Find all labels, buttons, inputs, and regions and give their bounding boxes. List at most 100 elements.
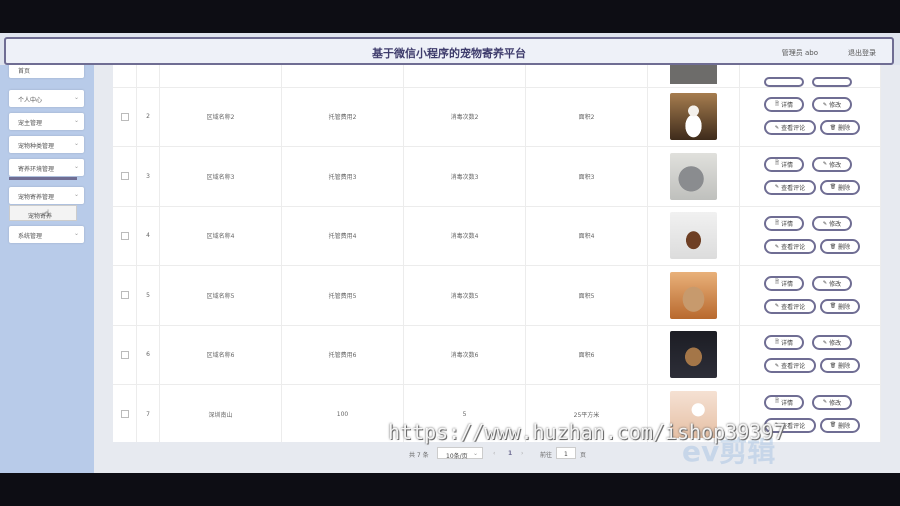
submenu-item-boarding[interactable]: 宠物寄养 bbox=[9, 205, 77, 221]
edit-button[interactable]: ✎ 修改 bbox=[812, 275, 852, 291]
button-label: 修改 bbox=[829, 221, 842, 228]
page-title: 基于微信小程序的宠物寄养平台 bbox=[372, 47, 526, 60]
table-row: 5 区域名称5 托管费用5 消毒次数5 面积5 🗎 详情 ✎ 修改 ✎ 查看评论 🗑 删除 bbox=[113, 265, 881, 326]
edit-button[interactable]: ✎ 修改 bbox=[812, 156, 852, 172]
cell-no: 7 bbox=[137, 384, 160, 442]
cell-name: 区域名称6 bbox=[160, 325, 282, 384]
pencil-icon: ✎ bbox=[822, 161, 828, 167]
sidebar-item-owners[interactable]: 宠主管理 ⌄ bbox=[9, 113, 84, 130]
table-row: 4 区域名称4 托管费用4 消毒次数4 面积4 🗎 详情 ✎ 修改 ✎ 查看评论 🗑 删除 bbox=[113, 206, 881, 266]
puppy-photo bbox=[670, 331, 717, 378]
goto-page-input[interactable]: 1 bbox=[556, 447, 576, 459]
pencil-icon: ✎ bbox=[822, 399, 828, 405]
pencil-icon: ✎ bbox=[774, 243, 780, 250]
cell-disinfect: 消毒次数4 bbox=[404, 206, 526, 265]
row-checkbox[interactable] bbox=[120, 350, 129, 359]
sidebar-item-label: 宠主管理 bbox=[18, 120, 43, 127]
view-reviews-button[interactable]: ✎ 查看评论 bbox=[764, 239, 816, 254]
trash-icon: 🗑 bbox=[829, 243, 837, 250]
view-reviews-button[interactable]: ✎ 查看评论 bbox=[764, 120, 816, 135]
pet-photo bbox=[670, 65, 717, 84]
chevron-down-icon: ⌄ bbox=[73, 94, 79, 101]
chevron-down-icon: ⌄ bbox=[73, 191, 79, 198]
cell-no: 5 bbox=[137, 265, 160, 325]
row-checkbox[interactable] bbox=[120, 112, 129, 121]
button-label: 详情 bbox=[781, 161, 794, 169]
detail-button[interactable] bbox=[764, 77, 804, 87]
button-label: 修改 bbox=[829, 399, 842, 407]
edit-button[interactable]: ✎ 修改 bbox=[812, 97, 852, 112]
logout-link[interactable]: 退出登录 bbox=[848, 48, 876, 58]
app-screen: 首页 个人中心 ⌄ 宠主管理 ⌄ 宠物种类管理 ⌄ 寄养环境管理 ⌄ 宠物寄养管理 ⌄ 宠… bbox=[0, 33, 900, 473]
cell-area: 面积3 bbox=[526, 146, 648, 206]
delete-button[interactable]: 🗑 删除 bbox=[820, 298, 860, 314]
prev-page-button[interactable]: ‹ bbox=[490, 447, 502, 459]
cell-no: 2 bbox=[137, 87, 160, 146]
select-cell bbox=[113, 265, 137, 325]
detail-button[interactable]: 🗎 详情 bbox=[764, 216, 804, 231]
cell-disinfect: 消毒次数5 bbox=[404, 265, 526, 325]
sidebar-item-system[interactable]: 系统管理 ⌄ bbox=[9, 226, 84, 243]
current-user: 管理员 abo bbox=[781, 49, 818, 57]
row-checkbox[interactable] bbox=[120, 231, 129, 240]
pencil-icon: ✎ bbox=[822, 220, 828, 227]
active-indicator bbox=[9, 177, 77, 180]
cell-no: 4 bbox=[137, 206, 160, 265]
photo-cell bbox=[648, 87, 740, 146]
view-reviews-button[interactable]: ✎ 查看评论 bbox=[764, 358, 816, 373]
photo-cell bbox=[648, 325, 740, 384]
edit-button[interactable] bbox=[812, 77, 852, 87]
dog-photo bbox=[670, 212, 717, 259]
edit-button[interactable]: ✎ 修改 bbox=[812, 394, 852, 410]
chevron-down-icon: ⌄ bbox=[73, 230, 79, 237]
photo-cell bbox=[648, 265, 740, 325]
row-checkbox[interactable] bbox=[120, 410, 129, 418]
sidebar-item-pet-types[interactable]: 宠物种类管理 ⌄ bbox=[9, 136, 84, 153]
page-unit-label: 页 bbox=[580, 452, 587, 459]
page-number-current[interactable]: 1 bbox=[503, 447, 517, 459]
pencil-icon: ✎ bbox=[822, 101, 828, 108]
pencil-icon: ✎ bbox=[774, 184, 780, 190]
button-label: 修改 bbox=[829, 280, 842, 288]
detail-button[interactable]: 🗎 详情 bbox=[764, 97, 804, 112]
row-checkbox[interactable] bbox=[120, 291, 129, 299]
trash-icon: 🗑 bbox=[829, 184, 837, 190]
next-page-button[interactable]: › bbox=[518, 447, 530, 459]
pencil-icon: ✎ bbox=[774, 362, 780, 369]
cell-fee: 托管费用2 bbox=[282, 87, 404, 146]
button-label: 删除 bbox=[838, 422, 851, 430]
select-cell bbox=[113, 87, 137, 146]
button-label: 修改 bbox=[829, 161, 842, 169]
sidebar-item-environment[interactable]: 寄养环境管理 ⌄ bbox=[9, 159, 84, 176]
delete-button[interactable]: 🗑 删除 bbox=[820, 417, 860, 433]
detail-button[interactable]: 🗎 详情 bbox=[764, 335, 804, 350]
chevron-down-icon: ⌄ bbox=[472, 450, 478, 457]
button-label: 详情 bbox=[781, 340, 794, 347]
sidebar-item-profile[interactable]: 个人中心 ⌄ bbox=[9, 90, 84, 107]
cell-no: 3 bbox=[137, 146, 160, 206]
row-checkbox[interactable] bbox=[120, 172, 129, 180]
cell-area: 面积6 bbox=[526, 325, 648, 384]
delete-button[interactable]: 🗑 删除 bbox=[820, 239, 860, 254]
detail-button[interactable]: 🗎 详情 bbox=[764, 275, 804, 291]
delete-button[interactable]: 🗑 删除 bbox=[820, 179, 860, 195]
edit-button[interactable]: ✎ 修改 bbox=[812, 216, 852, 231]
detail-button[interactable]: 🗎 详情 bbox=[764, 156, 804, 172]
view-reviews-button[interactable]: ✎ 查看评论 bbox=[764, 298, 816, 314]
button-label: 删除 bbox=[838, 244, 851, 251]
delete-button[interactable]: 🗑 删除 bbox=[820, 358, 860, 373]
trash-icon: 🗑 bbox=[829, 422, 837, 428]
select-cell bbox=[113, 325, 137, 384]
edit-button[interactable]: ✎ 修改 bbox=[812, 335, 852, 350]
main-content: 2 区域名称2 托管费用2 消毒次数2 面积2 🗎 详情 ✎ 修改 ✎ 查看评论 🗑 删除 3 区域名称3 托… bbox=[94, 65, 900, 473]
pug-photo bbox=[670, 271, 717, 319]
pencil-icon: ✎ bbox=[774, 303, 780, 309]
document-icon: 🗎 bbox=[774, 219, 779, 226]
delete-button[interactable]: 🗑 删除 bbox=[820, 120, 860, 135]
page-size-select[interactable]: 10条/页 ⌄ bbox=[437, 447, 483, 460]
view-reviews-button[interactable]: ✎ 查看评论 bbox=[764, 179, 816, 195]
detail-button[interactable]: 🗎 详情 bbox=[764, 394, 804, 410]
watermark-text: https://www.huzhan.com/ishop39397 bbox=[388, 420, 786, 444]
header-bar: 基于微信小程序的宠物寄养平台 管理员 abo 退出登录 bbox=[4, 37, 894, 65]
sidebar-item-boarding[interactable]: 宠物寄养管理 ⌄ bbox=[9, 187, 84, 204]
